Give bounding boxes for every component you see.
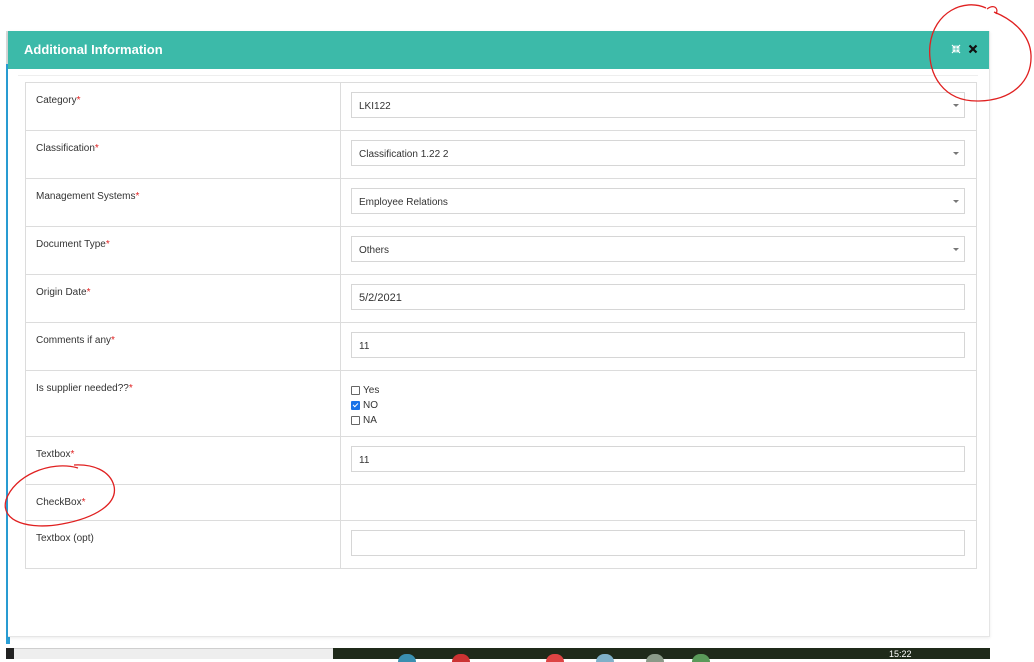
form-row-textbox-opt: Textbox (opt) [26, 521, 976, 569]
taskbar-app-icon[interactable] [596, 654, 614, 662]
supplier-checkbox-group: Yes NO NA [341, 371, 976, 436]
form-row-comments: Comments if any* 11 [26, 323, 976, 371]
field-label: Management Systems* [26, 179, 341, 226]
form-row-category: Category* LKI122 [26, 83, 976, 131]
field-value: 11 [341, 437, 976, 484]
textbox-opt-field[interactable] [351, 530, 965, 556]
field-label: Comments if any* [26, 323, 341, 370]
checkbox-no[interactable]: NO [351, 398, 967, 413]
form-row-classification: Classification* Classification 1.22 2 [26, 131, 976, 179]
form-table: Category* LKI122 Classification* Classif… [25, 82, 977, 569]
form-row-textbox: Textbox* 11 [26, 437, 976, 485]
field-label: Classification* [26, 131, 341, 178]
field-value: Others [341, 227, 976, 274]
field-label: Category* [26, 83, 341, 130]
chevron-down-icon [953, 200, 959, 203]
taskbar-app-icon[interactable] [398, 654, 416, 662]
document-type-select[interactable]: Others [351, 236, 965, 262]
field-value: Employee Relations [341, 179, 976, 226]
field-label: Textbox (opt) [26, 521, 341, 568]
category-select[interactable]: LKI122 [351, 92, 965, 118]
taskbar-app-icon[interactable] [452, 654, 470, 662]
collapse-icon[interactable] [950, 43, 962, 55]
classification-select[interactable]: Classification 1.22 2 [351, 140, 965, 166]
taskbar-left-edge [6, 648, 14, 659]
textbox-field[interactable]: 11 [351, 446, 965, 472]
additional-information-modal: Additional Information Category* LKI122 … [8, 31, 990, 637]
field-label: CheckBox* [26, 485, 341, 520]
field-value: Classification 1.22 2 [341, 131, 976, 178]
chevron-down-icon [953, 248, 959, 251]
field-label: Is supplier needed??* [26, 371, 341, 436]
form-row-document-type: Document Type* Others [26, 227, 976, 275]
chevron-down-icon [953, 152, 959, 155]
comments-field[interactable]: 11 [351, 332, 965, 358]
checkbox-yes[interactable]: Yes [351, 383, 967, 398]
divider [18, 75, 978, 76]
taskbar-app-icon[interactable] [646, 654, 664, 662]
checkbox-empty-value [341, 485, 976, 520]
field-label: Document Type* [26, 227, 341, 274]
required-marker: * [128, 383, 133, 394]
form-row-supplier-needed: Is supplier needed??* Yes NO NA [26, 371, 976, 437]
form-row-checkbox: CheckBox* [26, 485, 976, 521]
required-marker: * [111, 335, 115, 346]
field-value [341, 521, 976, 568]
taskbar-app-icon[interactable] [692, 654, 710, 662]
taskbar-clock: 15:22 [889, 649, 912, 659]
modal-title: Additional Information [24, 42, 163, 57]
checkbox-box[interactable] [351, 416, 360, 425]
form-row-management-systems: Management Systems* Employee Relations [26, 179, 976, 227]
required-marker: * [105, 239, 110, 250]
header-icons [950, 43, 979, 55]
checkbox-box[interactable] [351, 386, 360, 395]
field-label: Origin Date* [26, 275, 341, 322]
taskbar-right-area [990, 648, 1034, 659]
required-marker: * [94, 143, 99, 154]
origin-date-field[interactable]: 5/2/2021 [351, 284, 965, 310]
field-label: Textbox* [26, 437, 341, 484]
modal-header: Additional Information [8, 31, 989, 69]
field-value: 5/2/2021 [341, 275, 976, 322]
checkbox-box-checked[interactable] [351, 401, 360, 410]
management-systems-select[interactable]: Employee Relations [351, 188, 965, 214]
taskbar-search-area[interactable] [14, 648, 333, 659]
required-marker: * [135, 191, 140, 202]
taskbar-app-icon[interactable] [546, 654, 564, 662]
chevron-down-icon [953, 104, 959, 107]
form-row-origin-date: Origin Date* 5/2/2021 [26, 275, 976, 323]
field-value: LKI122 [341, 83, 976, 130]
required-marker: * [81, 497, 86, 508]
checkbox-na[interactable]: NA [351, 413, 967, 428]
required-marker: * [76, 95, 81, 106]
close-icon[interactable] [967, 43, 979, 55]
field-value: 11 [341, 323, 976, 370]
required-marker: * [86, 287, 91, 298]
required-marker: * [70, 449, 75, 460]
